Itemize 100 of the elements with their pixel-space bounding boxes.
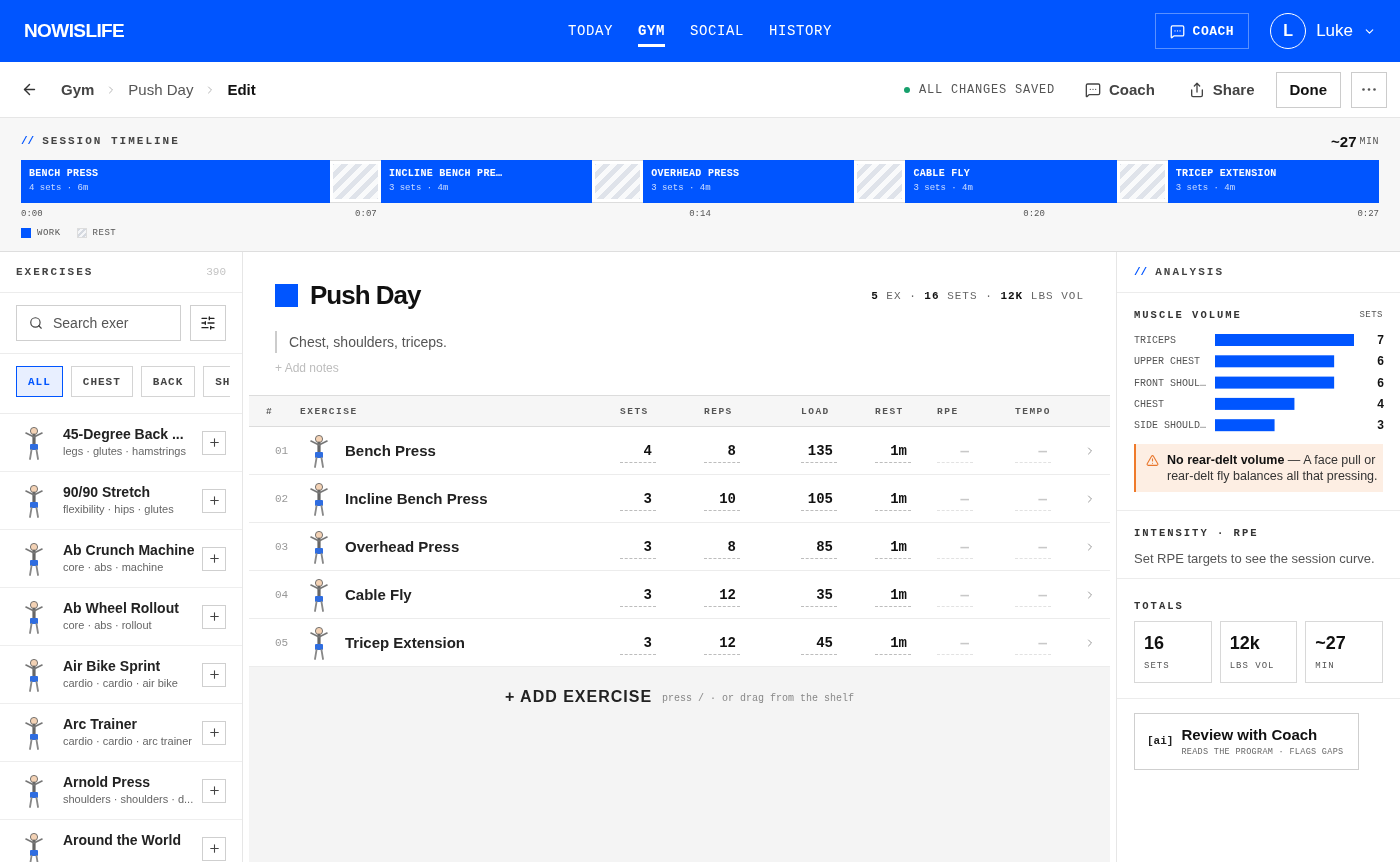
rest-field[interactable]: 1m: [875, 586, 911, 607]
load-field[interactable]: 105: [801, 490, 837, 511]
sets-field[interactable]: 3: [620, 586, 656, 607]
bar-label: SIDE SHOULD…: [1134, 420, 1206, 432]
section-title: SESSION TIMELINE: [42, 135, 180, 147]
coach-button[interactable]: COACH: [1154, 13, 1250, 49]
rest-field[interactable]: 1m: [875, 634, 911, 655]
filter-chip[interactable]: ALL: [16, 366, 63, 397]
rest-field[interactable]: 1m: [875, 538, 911, 559]
nav-tab[interactable]: TODAY: [567, 15, 613, 47]
work-segment[interactable]: INCLINE BENCH PRE… 3 sets · 4m: [380, 160, 593, 203]
share-button[interactable]: Share: [1188, 81, 1255, 98]
logo[interactable]: NOWISLIFE: [24, 20, 125, 42]
exercise-name[interactable]: Ab Wheel Rollout: [63, 599, 202, 617]
exercise-name[interactable]: Arc Trainer: [63, 715, 202, 733]
work-segment[interactable]: CABLE FLY 3 sets · 4m: [905, 160, 1117, 203]
nav-tab[interactable]: HISTORY: [769, 15, 833, 47]
add-button[interactable]: [202, 430, 226, 455]
exercise-name[interactable]: Overhead Press: [345, 538, 460, 555]
workout-notes: Chest, shoulders, triceps.: [275, 331, 1084, 353]
filter-chip[interactable]: SH: [203, 366, 231, 397]
exercise-name[interactable]: Bench Press: [345, 442, 436, 459]
breadcrumb-link[interactable]: Gym: [61, 81, 95, 98]
add-exercise-button[interactable]: + ADD EXERCISE: [504, 688, 653, 706]
time-tick: 0:07: [355, 209, 377, 219]
work-segment[interactable]: OVERHEAD PRESS 3 sets · 4m: [643, 160, 855, 203]
nav-tab[interactable]: SOCIAL: [690, 15, 744, 47]
rest-field[interactable]: 1m: [875, 490, 911, 511]
search-field[interactable]: Search exer: [16, 305, 181, 341]
exercise-name[interactable]: 45-Degree Back ...: [63, 425, 202, 443]
time-tick: 0:27: [1357, 209, 1379, 219]
filter-chip[interactable]: BACK: [140, 366, 196, 397]
exercise-name[interactable]: Incline Bench Press: [345, 490, 488, 507]
plus-icon: [207, 842, 221, 855]
section-title: TOTALS: [1134, 599, 1185, 612]
load-field[interactable]: 85: [801, 538, 837, 559]
add-button[interactable]: [202, 720, 226, 745]
load-field[interactable]: 135: [801, 442, 837, 463]
chat-bubble-icon: [1169, 23, 1185, 39]
rest-segment: [329, 160, 381, 203]
rest-segment: [1116, 160, 1168, 203]
sets-field[interactable]: 3: [620, 490, 656, 511]
exercise-name[interactable]: Cable Fly: [345, 586, 412, 603]
filter-chip[interactable]: CHEST: [70, 366, 133, 397]
add-button[interactable]: [202, 662, 226, 687]
segment-meta: 3 sets · 4m: [913, 183, 973, 193]
total-value: ~27: [1315, 632, 1347, 654]
reps-field[interactable]: 10: [704, 490, 740, 511]
review-button[interactable]: [ai] Review with Coach READS THE PROGRAM · FLAGS GAPS: [1134, 712, 1359, 770]
workout-title: Push Day: [310, 280, 421, 311]
load-field[interactable]: 35: [801, 586, 837, 607]
work-segment[interactable]: TRICEP EXTENSION 3 sets · 4m: [1167, 160, 1379, 203]
load-field[interactable]: 45: [801, 634, 837, 655]
segment-meta: 4 sets · 6m: [29, 183, 89, 193]
sets-field[interactable]: 3: [620, 634, 656, 655]
coach-button[interactable]: Coach: [1084, 81, 1155, 98]
exercise-name[interactable]: Air Bike Sprint: [63, 657, 202, 675]
exercise-count: 390: [206, 266, 226, 278]
breadcrumb-link[interactable]: Edit: [227, 81, 256, 98]
exercise-name[interactable]: Ab Crunch Machine: [63, 541, 202, 559]
bar-label: UPPER CHEST: [1134, 356, 1200, 368]
exercise-name[interactable]: Arnold Press: [63, 773, 202, 791]
total-duration: ~27: [1331, 132, 1357, 150]
value-column-label: SETS: [1359, 310, 1383, 320]
add-button[interactable]: [202, 488, 226, 513]
reps-field[interactable]: 12: [704, 586, 740, 607]
volume-bar: [1215, 419, 1275, 432]
nav-tab[interactable]: GYM: [638, 15, 665, 47]
add-button[interactable]: [202, 604, 226, 629]
total-value: 12k: [1229, 632, 1261, 654]
rest-field[interactable]: 1m: [875, 442, 911, 463]
add-button[interactable]: [202, 546, 226, 571]
save-status: ALL CHANGES SAVED: [918, 82, 1055, 97]
exercise-name[interactable]: 90/90 Stretch: [63, 483, 202, 501]
row-number: 04: [274, 588, 290, 601]
exercise-name[interactable]: Around the World: [63, 831, 202, 849]
segment-name: BENCH PRESS: [29, 168, 99, 179]
breadcrumb-link[interactable]: Push Day: [128, 81, 194, 98]
segment-name: OVERHEAD PRESS: [651, 168, 740, 179]
exercise-name[interactable]: Tricep Extension: [345, 634, 466, 651]
sets-field[interactable]: 3: [620, 538, 656, 559]
total-label: LBS VOL: [1229, 660, 1276, 671]
user-menu[interactable]: L Luke: [1270, 13, 1376, 49]
done-button[interactable]: Done: [1275, 71, 1341, 108]
add-button[interactable]: [202, 778, 226, 803]
segment-meta: 3 sets · 4m: [388, 183, 449, 193]
sets-field[interactable]: 4: [620, 442, 656, 463]
filter-button[interactable]: [190, 305, 226, 341]
work-segment[interactable]: BENCH PRESS 4 sets · 6m: [21, 160, 330, 203]
reps-field[interactable]: 8: [704, 538, 740, 559]
add-button[interactable]: [202, 836, 226, 861]
plus-icon: [207, 436, 221, 449]
bar-label: TRICEPS: [1134, 335, 1176, 346]
reps-field[interactable]: 8: [704, 442, 740, 463]
status-dot-icon: [903, 86, 910, 93]
square-icon: [275, 284, 298, 307]
exercise-tags: core · abs · machine: [63, 560, 202, 573]
title-prefix: //: [21, 135, 35, 147]
row-number: 03: [274, 540, 290, 553]
reps-field[interactable]: 12: [704, 634, 740, 655]
